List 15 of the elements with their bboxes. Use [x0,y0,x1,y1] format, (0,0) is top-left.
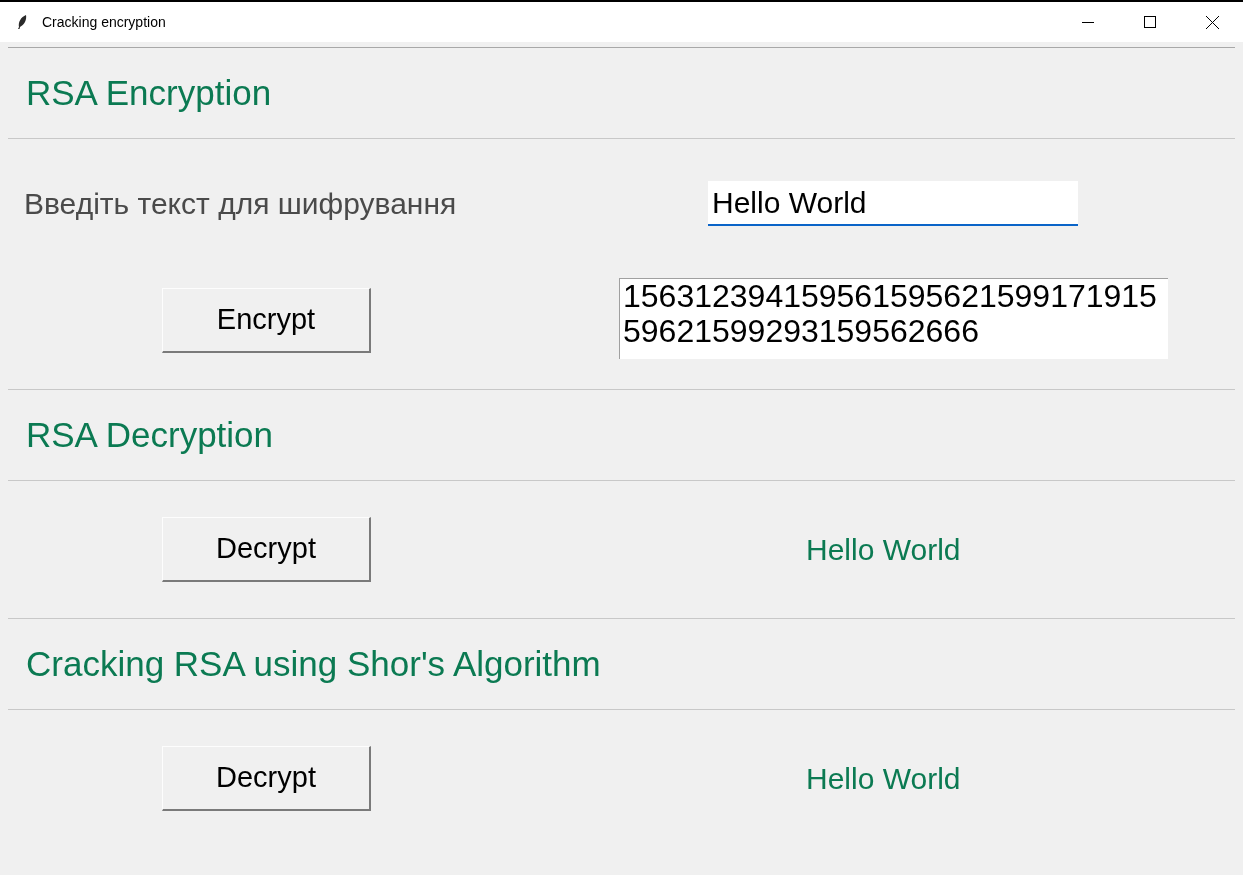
section-heading: RSA Encryption [26,71,272,114]
maximize-icon [1144,16,1156,28]
result-text: Hello World [806,761,961,797]
input-label: Введіть текст для шифрування [24,186,458,222]
decrypt-button[interactable]: Encrypt [162,288,371,353]
decrypt-button[interactable]: Decrypt [162,517,371,582]
text-input-field[interactable]: Hello World [708,181,1078,226]
ciphertext-output: 15631239415956159562159917191559621599293159562666 [619,278,1168,359]
feather-icon [16,14,28,30]
section-heading: Cracking RSA using Shor's Algorithm [26,642,601,685]
close-icon [1205,15,1219,29]
section-heading: RSA Decryption [26,413,274,456]
decrypt-button[interactable]: Decrypt [162,746,371,811]
result-text: Hello World [806,532,961,568]
window-title: Cracking encryption [42,12,166,32]
